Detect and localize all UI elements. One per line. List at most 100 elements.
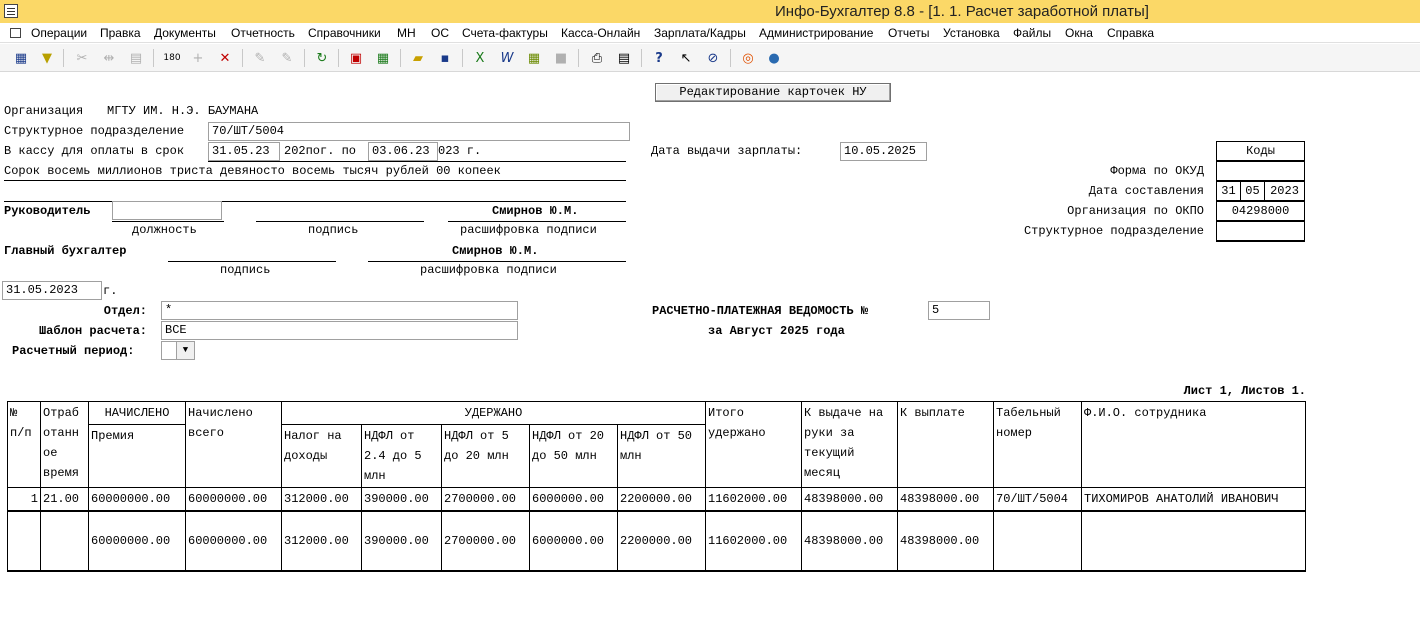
head-label: Руководитель (4, 204, 91, 218)
pdf-icon[interactable]: ▣ (346, 48, 366, 68)
menu-operations[interactable]: Операции (31, 26, 87, 40)
menu-edit[interactable]: Правка (100, 26, 141, 40)
chief-decode-caption: расшифровка подписи (420, 263, 557, 277)
add-icon[interactable]: + (188, 48, 208, 68)
head-position-field[interactable] (112, 201, 222, 220)
cash-from-field[interactable]: 31.05.23 (208, 142, 280, 161)
menu-invoices[interactable]: Счета-фактуры (462, 26, 548, 40)
period-select[interactable]: ▼ (161, 341, 195, 360)
menu-setup[interactable]: Установка (943, 26, 1000, 40)
header-bonus: Премия (88, 424, 186, 488)
document-menu-icon[interactable] (10, 28, 21, 38)
menu-references[interactable]: Справочники (308, 26, 381, 40)
statement-period: за Август 2025 года (708, 324, 845, 338)
subdivision-field[interactable]: 70/ШТ/5004 (208, 122, 630, 141)
paste-icon[interactable]: ▤ (126, 48, 146, 68)
help-icon[interactable]: ? (649, 48, 669, 68)
menu-windows[interactable]: Окна (1065, 26, 1093, 40)
cell-fio: ТИХОМИРОВ АНАТОЛИЙ ИВАНОВИЧ (1081, 487, 1306, 512)
menu-admin[interactable]: Администрирование (759, 26, 873, 40)
title-bar: Инфо-Бухгалтер 8.8 - [1. 1. Расчет зараб… (0, 0, 1420, 23)
date-day-cell: 31 (1216, 181, 1241, 201)
menu-reports[interactable]: Отчеты (888, 26, 929, 40)
menu-help[interactable]: Справка (1107, 26, 1154, 40)
doc-date-suffix: г. (103, 284, 118, 298)
okpo-label: Организация по ОКПО (1067, 204, 1204, 218)
number-format-icon[interactable]: 180 (162, 48, 182, 68)
delete-icon[interactable]: ✕ (215, 48, 235, 68)
calc-sheet-icon[interactable]: ▦ (524, 48, 544, 68)
payroll-table: № п/п Отраб отанн ое время НАЧИСЛЕНО Нач… (7, 401, 1306, 572)
sum-to-issue: 48398000.00 (801, 510, 898, 572)
compass-icon[interactable]: ⊘ (703, 48, 723, 68)
header-ndfl-4: НДФЛ от 50 млн (617, 424, 706, 488)
doc-date-field[interactable]: 31.05.2023 (2, 281, 102, 300)
chief-name: Смирнов Ю.М. (452, 244, 539, 258)
tool2-icon[interactable]: ✎ (277, 48, 297, 68)
toolbar-separator (400, 49, 401, 67)
menu-cash-online[interactable]: Касса-Онлайн (561, 26, 640, 40)
head-decode-caption: расшифровка подписи (460, 223, 597, 237)
word-icon[interactable]: W (497, 48, 517, 68)
date-year-cell: 2023 (1264, 181, 1305, 201)
header-fio: Ф.И.О. сотрудника (1081, 401, 1306, 488)
statement-number-field[interactable]: 5 (928, 301, 990, 320)
toolbar: ▦ ▼ ✂ ⇹ ▤ 180 + ✕ ✎ ✎ ↻ ▣ ▦ ▰ ▪ X W ▦ ■ … (0, 44, 1420, 72)
chevron-down-icon[interactable]: ▼ (176, 342, 194, 359)
underline (4, 180, 626, 181)
cut-icon[interactable]: ✂ (72, 48, 92, 68)
cash-to-field[interactable]: 03.06.23 (368, 142, 438, 161)
toolbar-separator (641, 49, 642, 67)
context-help-icon[interactable]: ↖ (676, 48, 696, 68)
print-icon[interactable]: ⎙ (587, 48, 607, 68)
pay-date-field[interactable]: 10.05.2025 (840, 142, 927, 161)
sheet-info: Лист 1, Листов 1. (1183, 384, 1306, 398)
date-month-cell: 05 (1240, 181, 1265, 201)
tool1-icon[interactable]: ✎ (250, 48, 270, 68)
menu-reporting[interactable]: Отчетность (231, 26, 295, 40)
preview-icon[interactable]: ▤ (614, 48, 634, 68)
toolbar-separator (338, 49, 339, 67)
toolbar-separator (578, 49, 579, 67)
calculator-icon[interactable]: ▦ (373, 48, 393, 68)
template-field[interactable]: ВСЕ (161, 321, 518, 340)
underline (112, 221, 224, 222)
sum-ndfl-3: 6000000.00 (529, 510, 618, 572)
filter-icon[interactable]: ▼ (37, 48, 57, 68)
cell-to-pay: 48398000.00 (897, 487, 994, 512)
okud-label: Форма по ОКУД (1110, 164, 1204, 178)
menu-os[interactable]: ОС (431, 26, 449, 40)
menu-documents[interactable]: Документы (154, 26, 216, 40)
refresh-icon[interactable]: ↻ (312, 48, 332, 68)
table-row[interactable]: 1 21.00 60000000.00 60000000.00 312000.0… (7, 487, 1306, 512)
codes-block: Коды 31 05 2023 04298000 (1216, 141, 1305, 242)
menu-files[interactable]: Файлы (1013, 26, 1051, 40)
template-label: Шаблон расчета: (38, 324, 147, 338)
window-title: Инфо-Бухгалтер 8.8 - [1. 1. Расчет зараб… (775, 3, 1149, 20)
header-accrued: НАЧИСЛЕНО (88, 401, 186, 425)
sum-ndfl-1: 390000.00 (361, 510, 442, 572)
save-icon[interactable]: ▪ (435, 48, 455, 68)
cell-tab-number: 70/ШТ/5004 (993, 487, 1082, 512)
sum-worked (40, 510, 89, 572)
sum-bonus: 60000000.00 (88, 510, 186, 572)
toolbar-separator (730, 49, 731, 67)
edit-cards-button[interactable]: Редактирование карточек НУ (655, 83, 891, 102)
open-folder-icon[interactable]: ▰ (408, 48, 428, 68)
date-compiled-label: Дата составления (1088, 184, 1204, 198)
dept-field[interactable]: * (161, 301, 518, 320)
excel-icon[interactable]: X (470, 48, 490, 68)
underline (368, 261, 626, 262)
menu-mn[interactable]: МН (397, 26, 416, 40)
split-icon[interactable]: ⇹ (99, 48, 119, 68)
gray-box-icon[interactable]: ■ (551, 48, 571, 68)
cell-ndfl-3: 6000000.00 (529, 487, 618, 512)
web-icon[interactable]: ● (764, 48, 784, 68)
period-label: Расчетный период: (12, 344, 135, 358)
table-icon[interactable]: ▦ (11, 48, 31, 68)
sum-ndfl-4: 2200000.00 (617, 510, 706, 572)
sum-tab-number (993, 510, 1082, 572)
support-icon[interactable]: ◎ (738, 48, 758, 68)
menu-salary[interactable]: Зарплата/Кадры (654, 26, 746, 40)
header-worked: Отраб отанн ое время (40, 401, 89, 488)
